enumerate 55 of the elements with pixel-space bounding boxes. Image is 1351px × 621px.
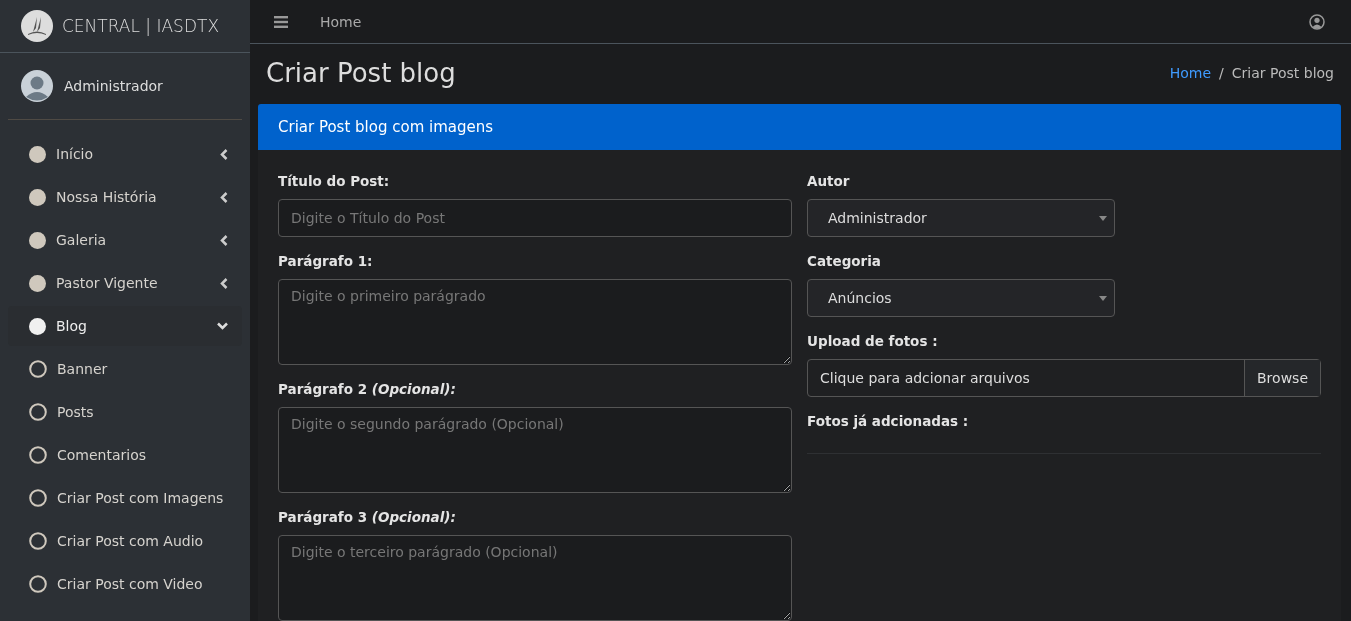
sidebar-item[interactable]: Galeria <box>8 220 242 260</box>
field-label: Parágrafo 1: <box>278 253 374 269</box>
field-label: Parágrafo 3 (Opcional): <box>278 509 457 525</box>
circle-icon <box>29 274 46 292</box>
page-title: Criar Post blog <box>266 58 456 88</box>
chevron-left-icon <box>220 148 228 160</box>
sidebar-item[interactable]: Banner <box>8 349 242 389</box>
circle-icon <box>29 231 46 249</box>
user-icon[interactable] <box>1309 13 1325 30</box>
ring-icon <box>29 532 47 550</box>
chevron-left-icon <box>220 277 228 289</box>
select-dropdown[interactable]: Anúncios <box>807 279 1115 317</box>
brand-name[interactable]: CENTRAL | IASDTX <box>62 16 220 36</box>
ring-icon <box>29 360 47 378</box>
sidebar-item[interactable]: Blog <box>8 306 242 346</box>
ring-icon <box>29 575 47 593</box>
sidebar-item[interactable]: Comentarios <box>8 435 242 475</box>
breadcrumb-separator: / <box>1219 65 1224 81</box>
field-label: Autor <box>807 173 851 189</box>
card-header: Criar Post blog com imagens <box>258 104 1341 150</box>
textarea-field[interactable]: Digite o terceiro parágrado (Opcional) <box>278 535 792 621</box>
breadcrumb-link[interactable]: Home <box>1169 65 1212 81</box>
ring-icon <box>29 403 47 421</box>
chevron-left-icon <box>220 191 228 203</box>
breadcrumb-current: Criar Post blog <box>1231 65 1334 81</box>
circle-icon <box>29 188 46 206</box>
ring-icon <box>29 446 47 464</box>
sidebar-item[interactable]: Nossa História <box>8 177 242 217</box>
avatar-icon <box>21 70 53 102</box>
sidebar-item[interactable]: Pastor Vigente <box>8 263 242 303</box>
field-label: Fotos já adcionadas : <box>807 413 970 429</box>
dropdown-caret-icon <box>1099 215 1107 221</box>
user-name[interactable]: Administrador <box>64 78 163 94</box>
chevron-left-icon <box>220 234 228 246</box>
input-field[interactable]: Digite o Título do Post <box>278 199 792 237</box>
circle-icon <box>29 145 46 163</box>
textarea-field[interactable]: Digite o primeiro parágrado <box>278 279 792 365</box>
field-label: Upload de fotos : <box>807 333 939 349</box>
sidebar-item[interactable]: Início <box>8 134 242 174</box>
logo-icon <box>21 10 53 42</box>
field-label: Categoria <box>807 253 882 269</box>
home-link[interactable]: Home <box>320 13 1277 30</box>
field-label: Parágrafo 2 (Opcional): <box>278 381 457 397</box>
textarea-field[interactable]: Digite o segundo parágrado (Opcional) <box>278 407 792 493</box>
menu-icon[interactable] <box>274 15 288 28</box>
select-dropdown[interactable]: Administrador <box>807 199 1115 237</box>
circle-icon <box>29 317 46 335</box>
field-label: Título do Post: <box>278 173 391 189</box>
ring-icon <box>29 489 47 507</box>
chevron-down-icon <box>217 322 228 330</box>
sidebar-item[interactable]: Criar Post com Video <box>8 564 242 604</box>
dropdown-caret-icon <box>1099 295 1107 301</box>
sidebar-item[interactable]: Criar Post com Imagens <box>8 478 242 518</box>
sidebar-item[interactable]: Posts <box>8 392 242 432</box>
sidebar-item[interactable]: Criar Post com Audio <box>8 521 242 561</box>
